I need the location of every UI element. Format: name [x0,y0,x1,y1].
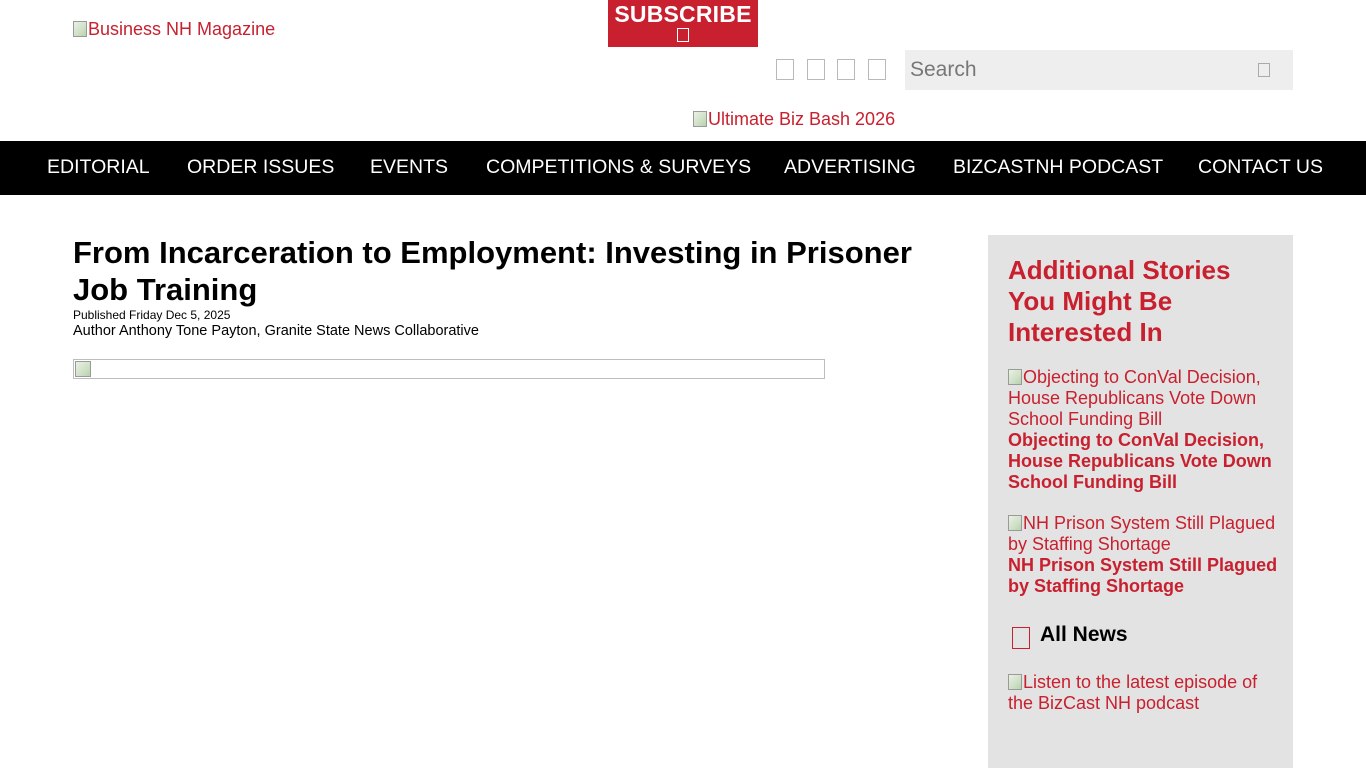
broken-image-icon [1008,515,1022,531]
nav-item-advertising[interactable]: ADVERTISING [784,141,916,195]
published-date: Published Friday Dec 5, 2025 [73,308,231,322]
nav-item-competitions-surveys[interactable]: COMPETITIONS & SURVEYS [486,141,751,195]
story-image-alt: NH Prison System Still Plagued by Staffi… [1008,513,1276,554]
twitter-icon[interactable] [806,59,825,80]
related-story[interactable]: NH Prison System Still Plagued by Staffi… [1008,513,1283,597]
broken-image-icon [75,361,91,377]
story-image[interactable]: NH Prison System Still Plagued by Staffi… [1008,513,1283,555]
sidebar-heading: Additional Stories You Might Be Interest… [1008,255,1231,347]
broken-image-icon [1008,369,1022,385]
instagram-icon[interactable] [867,59,886,80]
nav-item-editorial[interactable]: EDITORIAL [47,141,150,195]
promo-banner[interactable]: Ultimate Biz Bash 2026 [693,109,895,130]
story-image-alt: Objecting to ConVal Decision, House Repu… [1008,367,1261,429]
promo-alt-text: Ultimate Biz Bash 2026 [708,109,896,129]
sidebar: Additional Stories You Might Be Interest… [988,235,1293,768]
article-hero-image [73,359,825,379]
site-logo[interactable]: Business NH Magazine [73,19,275,40]
all-news-label: All News [1040,623,1128,646]
subscribe-label: SUBSCRIBE [614,1,752,27]
social-links [776,59,898,80]
podcast-banner[interactable]: Listen to the latest episode of the BizC… [1008,672,1278,714]
facebook-icon[interactable] [776,59,794,80]
chevron-down-icon [677,28,689,42]
subscribe-button[interactable]: SUBSCRIBE [608,0,758,47]
search-box [905,50,1293,90]
all-news-link[interactable]: All News [1012,621,1128,649]
broken-image-icon [693,111,707,127]
logo-alt-text: Business NH Magazine [88,19,276,39]
nav-item-bizcastnh-podcast[interactable]: BIZCASTNH PODCAST [953,141,1163,195]
article-title: From Incarceration to Employment: Invest… [73,235,912,307]
nav-item-contact-us[interactable]: CONTACT US [1198,141,1323,195]
story-image[interactable]: Objecting to ConVal Decision, House Repu… [1008,367,1283,430]
linkedin-icon[interactable] [837,59,855,80]
nav-item-events[interactable]: EVENTS [370,141,448,195]
article-author: Author Anthony Tone Payton, Granite Stat… [73,323,479,339]
broken-image-icon [73,21,87,37]
main-nav: EDITORIAL ORDER ISSUES EVENTS COMPETITIO… [0,141,1366,195]
search-icon[interactable] [1258,63,1270,77]
story-title[interactable]: NH Prison System Still Plagued by Staffi… [1008,555,1283,597]
story-title[interactable]: Objecting to ConVal Decision, House Repu… [1008,430,1283,493]
newspaper-icon [1012,627,1030,649]
podcast-alt-text: Listen to the latest episode of the BizC… [1008,672,1258,713]
related-story[interactable]: Objecting to ConVal Decision, House Repu… [1008,367,1283,493]
broken-image-icon [1008,674,1022,690]
search-input[interactable] [905,50,1245,90]
nav-item-order-issues[interactable]: ORDER ISSUES [187,141,334,195]
